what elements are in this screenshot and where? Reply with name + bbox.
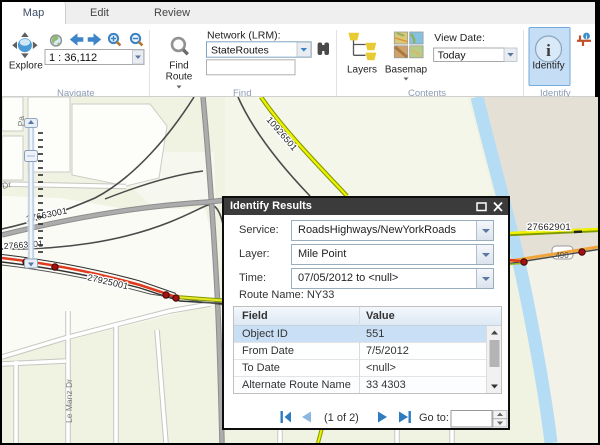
svg-text:Identify: Identify	[532, 61, 564, 72]
svg-text:490: 490	[555, 251, 569, 260]
svg-text:i: i	[586, 34, 588, 41]
svg-text:Network (LRM):: Network (LRM):	[207, 30, 281, 42]
svg-text:Today: Today	[438, 49, 467, 61]
svg-text:View Date:: View Date:	[434, 32, 485, 44]
svg-text:Le Manz Dr: Le Manz Dr	[64, 379, 74, 423]
svg-text:Basemap: Basemap	[385, 65, 428, 76]
svg-text:Route: Route	[166, 72, 193, 83]
svg-text:i: i	[546, 41, 551, 60]
svg-text:(1 of 2): (1 of 2)	[324, 412, 359, 424]
svg-text:27662901: 27662901	[527, 222, 571, 233]
svg-text:Find: Find	[169, 61, 188, 72]
svg-text:Go to:: Go to:	[419, 412, 449, 424]
svg-text:StateRoutes: StateRoutes	[211, 44, 269, 56]
svg-text:1 : 36,112: 1 : 36,112	[49, 52, 97, 64]
svg-text:Layers: Layers	[347, 65, 377, 76]
svg-text:Explore: Explore	[9, 61, 43, 72]
